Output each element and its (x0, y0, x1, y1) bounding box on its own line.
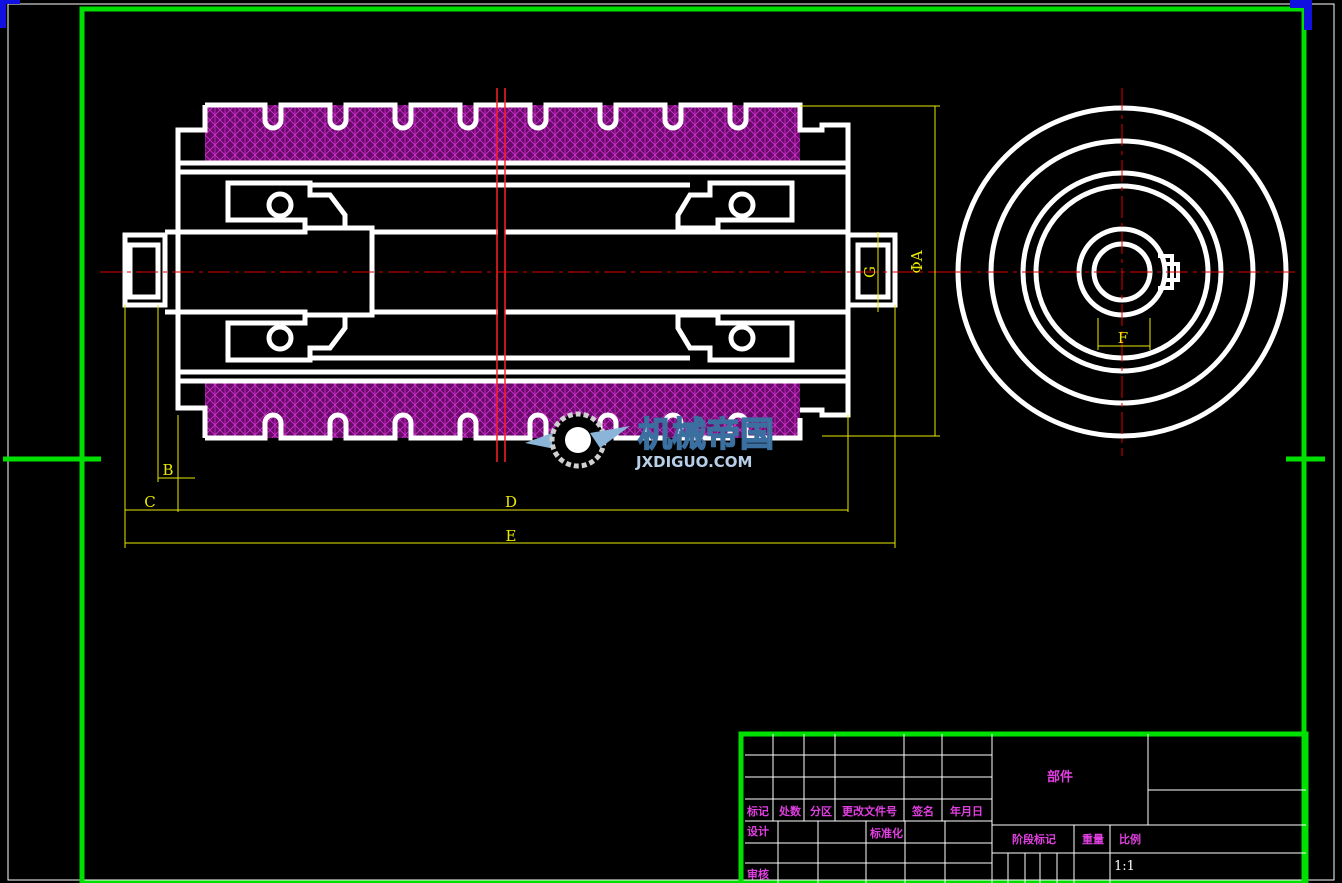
tb-label-count: 处数 (779, 805, 801, 818)
tb-label-zone: 分区 (810, 805, 832, 818)
upper-pad-band (205, 102, 803, 161)
dim-C-label: C (144, 493, 155, 511)
dim-B-label: B (162, 461, 173, 479)
tb-label-review: 审核 (747, 868, 769, 881)
watermark-en: JXDIGUO.COM (635, 453, 752, 471)
watermark-logo: 机械帝国 JXDIGUO.COM (525, 411, 775, 471)
tb-label-design: 设计 (747, 825, 769, 838)
tb-label-scale: 比例 (1119, 833, 1141, 846)
tb-label-weight: 重量 (1082, 833, 1104, 846)
tb-label-signature: 签名 (912, 805, 934, 818)
tb-label-date: 年月日 (950, 805, 983, 818)
watermark-cn: 机械帝国 (638, 415, 774, 455)
dim-D-label: D (505, 493, 517, 511)
dim-F-label: F (1118, 329, 1128, 347)
cad-drawing-canvas: ΦA G F B C D E 机械帝国 JXDIGUO.COM (0, 0, 1335, 883)
dim-E-label: E (506, 527, 517, 545)
tb-label-change-doc: 更改文件号 (842, 805, 897, 818)
tb-label-standardize: 标准化 (870, 827, 903, 840)
tb-label-mark: 标记 (747, 805, 769, 818)
roller-section-view (100, 88, 955, 462)
dim-G-label: G (861, 266, 879, 278)
tb-scale-value: 1:1 (1114, 859, 1135, 874)
roller-end-view (950, 88, 1295, 456)
title-block-name: 部件 (1047, 770, 1074, 785)
corner-mark-right (1290, 0, 1312, 30)
tb-label-stage-mark: 阶段标记 (1012, 833, 1056, 846)
dim-phiA-label: ΦA (908, 250, 926, 273)
